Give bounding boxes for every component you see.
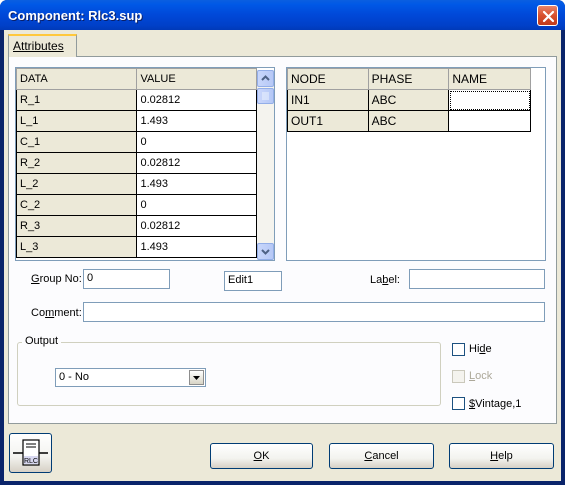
param-name: R_2 (15, 152, 138, 174)
group-no-label: Group No: (31, 273, 82, 285)
scroll-down-icon (261, 249, 270, 255)
header-node: NODE (287, 68, 369, 90)
param-value[interactable]: 0 (136, 131, 257, 153)
node-label-cell[interactable] (448, 110, 531, 132)
param-value[interactable]: 1.493 (136, 173, 257, 195)
rlc-icon-text: RLC (24, 458, 38, 465)
label-input[interactable] (409, 269, 545, 289)
scroll-grip-icon (262, 92, 269, 100)
hide-label: Hide (469, 343, 492, 355)
tab-attributes[interactable]: Attributes (8, 34, 77, 57)
close-icon (542, 10, 555, 23)
comment-label: Comment: (31, 307, 82, 319)
table-row[interactable]: R_3 0.02812 (15, 215, 257, 237)
param-value[interactable]: 1.493 (136, 236, 257, 258)
table-row[interactable]: R_1 0.02812 (15, 89, 257, 111)
header-name: NAME (448, 68, 531, 90)
param-name: L_1 (15, 110, 138, 132)
table-row[interactable]: L_1 1.493 (15, 110, 257, 132)
node-name: OUT1 (287, 110, 369, 132)
table-row[interactable]: OUT1 ABC (287, 110, 531, 132)
node-header-row: NODE PHASE NAME (287, 68, 531, 90)
vintage-label: $Vintage,1 (469, 398, 522, 410)
param-value[interactable]: 0.02812 (136, 152, 257, 174)
title-bar[interactable]: Component: Rlc3.sup (0, 0, 565, 30)
scroll-up-icon (261, 75, 270, 81)
table-row[interactable]: L_2 1.493 (15, 173, 257, 195)
hide-checkbox[interactable] (452, 343, 465, 356)
comment-input[interactable] (83, 302, 545, 322)
lock-label: Lock (469, 370, 493, 382)
window-title: Component: Rlc3.sup (8, 8, 143, 23)
table-row[interactable]: C_1 0 (15, 131, 257, 153)
header-data: DATA (15, 68, 138, 90)
param-name: R_1 (15, 89, 138, 111)
params-table: DATA VALUE R_1 0.02812 L_1 1.493 C_1 0 R… (15, 68, 257, 258)
param-name: L_3 (15, 236, 138, 258)
dropdown-arrow-icon (193, 376, 200, 380)
scroll-thumb[interactable] (257, 88, 274, 104)
table-row[interactable]: L_3 1.493 (15, 236, 257, 258)
output-title: Output (22, 335, 62, 347)
params-scrollbar[interactable] (257, 70, 274, 260)
cancel-button[interactable]: Cancel (329, 443, 434, 469)
param-name: C_1 (15, 131, 138, 153)
vintage-checkbox[interactable] (452, 397, 465, 410)
output-selected-value: 0 - No (59, 371, 89, 383)
header-value: VALUE (136, 68, 257, 90)
node-label-cell[interactable] (448, 89, 531, 111)
node-phase: ABC (367, 110, 450, 132)
params-header-row: DATA VALUE (15, 68, 257, 90)
rlc-component-icon: RLC (13, 439, 48, 466)
tab-attributes-label: Attributes (13, 39, 64, 53)
lock-checkbox[interactable] (452, 370, 465, 383)
param-value[interactable]: 0 (136, 194, 257, 216)
param-value[interactable]: 1.493 (136, 110, 257, 132)
ok-button[interactable]: OK (210, 443, 313, 469)
param-name: L_2 (15, 173, 138, 195)
dropdown-button[interactable] (189, 370, 204, 385)
node-phase: ABC (367, 89, 450, 111)
param-value[interactable]: 0.02812 (136, 89, 257, 111)
header-phase: PHASE (367, 68, 450, 90)
output-select[interactable]: 0 - No (55, 368, 206, 387)
param-value[interactable]: 0.02812 (136, 215, 257, 237)
help-button[interactable]: Help (449, 443, 554, 469)
group-no-input[interactable]: 0 (83, 269, 170, 289)
close-button[interactable] (537, 5, 558, 26)
table-row[interactable]: C_2 0 (15, 194, 257, 216)
label-label: Label: (370, 274, 400, 286)
component-icon-button[interactable]: RLC (9, 433, 52, 473)
table-row[interactable]: R_2 0.02812 (15, 152, 257, 174)
node-table: NODE PHASE NAME IN1 ABC OUT1 ABC (287, 68, 531, 132)
edit1-input[interactable]: Edit1 (224, 271, 282, 291)
param-name: R_3 (15, 215, 138, 237)
param-name: C_2 (15, 194, 138, 216)
scroll-down-button[interactable] (257, 243, 274, 260)
table-row[interactable]: IN1 ABC (287, 89, 531, 111)
group-no-label-rest: roup No: (39, 273, 82, 285)
scroll-up-button[interactable] (257, 70, 274, 87)
node-name: IN1 (287, 89, 369, 111)
